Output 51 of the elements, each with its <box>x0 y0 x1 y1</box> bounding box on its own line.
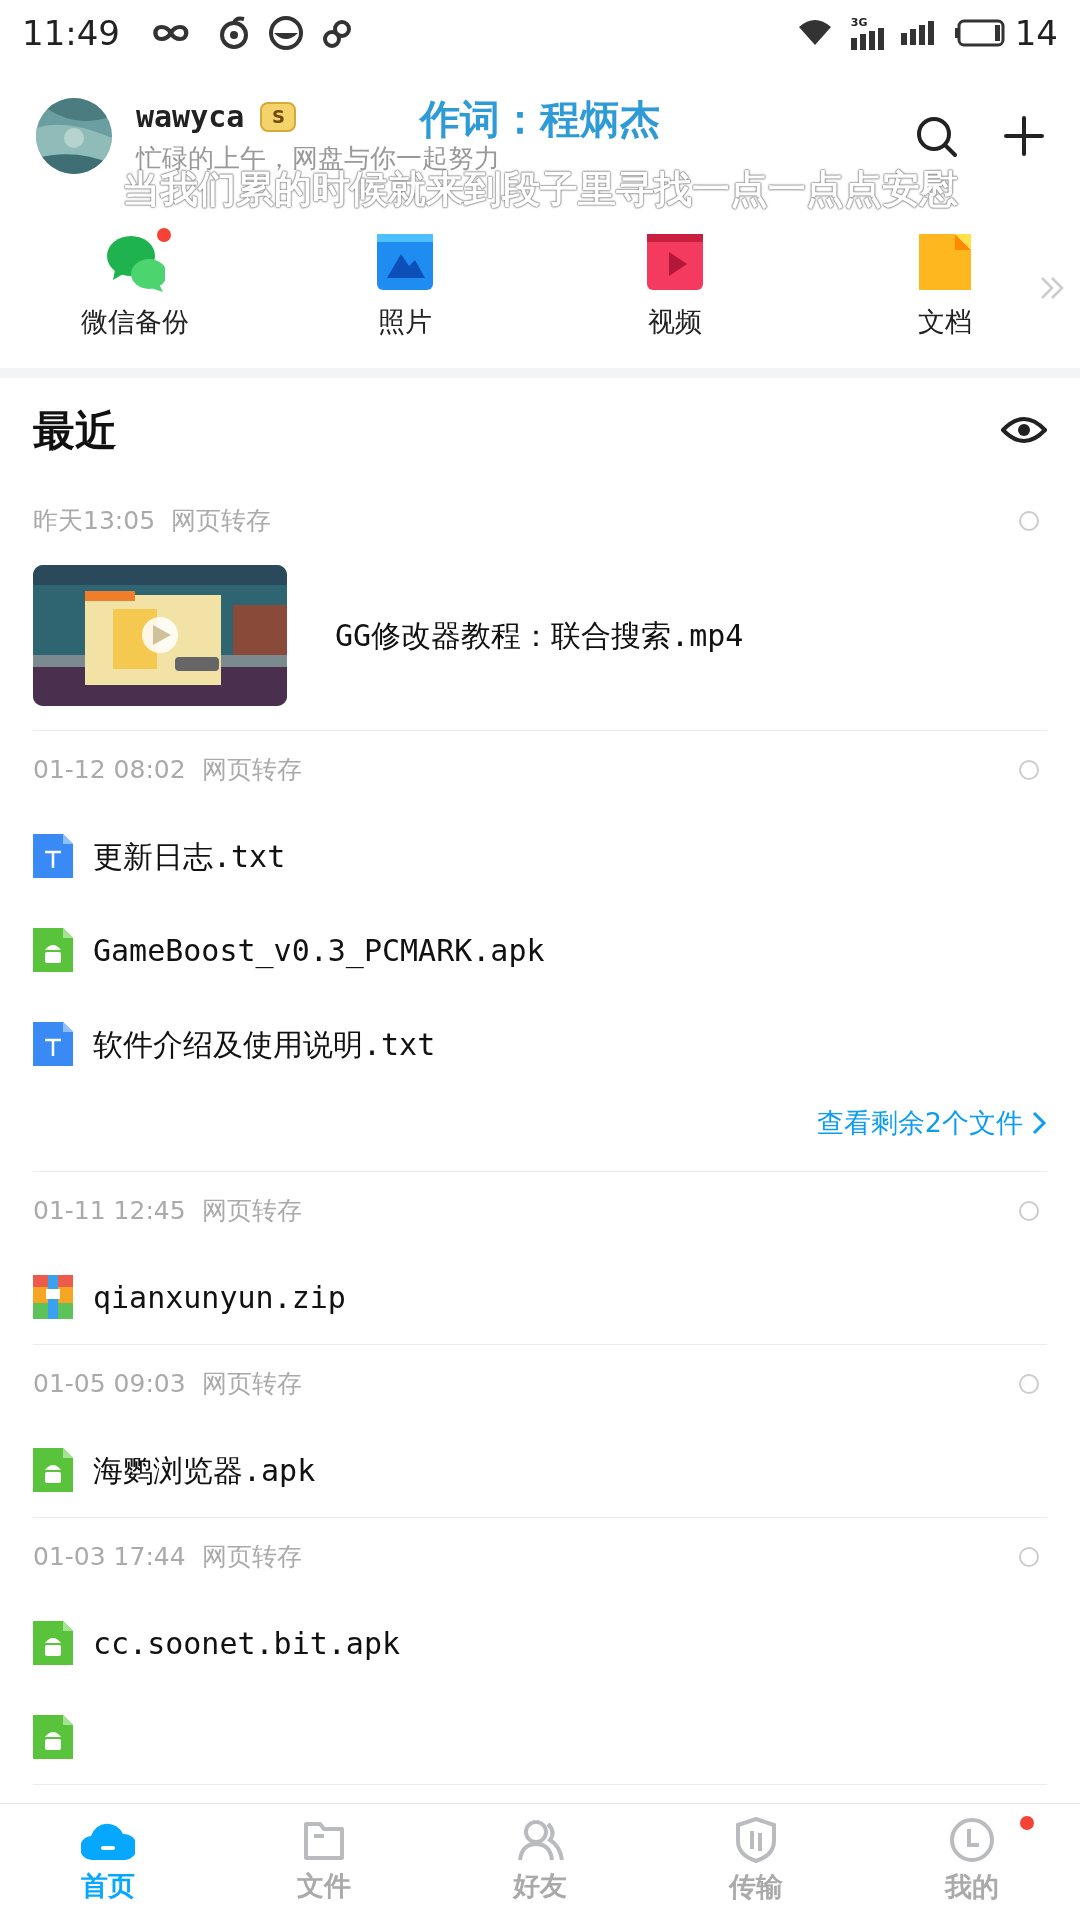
select-circle[interactable] <box>1019 760 1039 780</box>
select-circle[interactable] <box>1019 1201 1039 1221</box>
chevron-right-icon <box>1031 1110 1047 1136</box>
text-file-icon <box>33 834 73 878</box>
signal-icon <box>850 27 887 50</box>
upload-source: 网页转存 <box>201 1368 302 1401</box>
lyrics-line: 作词：程炳杰 <box>420 96 660 142</box>
upload-source: 网页转存 <box>201 1541 302 1574</box>
add-icon[interactable] <box>1004 116 1044 156</box>
select-circle[interactable] <box>1019 1547 1039 1567</box>
upload-source: 网页转存 <box>201 1195 302 1228</box>
android-file-icon <box>33 1448 73 1492</box>
status-time: 11:49 <box>22 11 120 55</box>
vip-badge: S <box>260 101 297 132</box>
upload-time: 01-03 17:44 <box>33 1541 186 1574</box>
video-icon[interactable] <box>645 231 705 292</box>
android-file-icon <box>33 1621 73 1665</box>
select-circle[interactable] <box>1019 1374 1039 1394</box>
file-name[interactable]: GG修改器教程：联合搜索.mp4 <box>335 612 744 658</box>
upload-time: 昨天13:05 <box>33 505 156 538</box>
file-name[interactable]: qianxunyun.zip <box>93 1274 346 1320</box>
shield-icon[interactable] <box>734 1816 778 1863</box>
upload-time: 01-05 09:03 <box>33 1368 186 1401</box>
android-file-icon <box>33 1715 73 1759</box>
section-title: 最近 <box>33 404 117 457</box>
archive-file-icon <box>33 1275 73 1319</box>
upload-time: 01-11 12:45 <box>33 1195 186 1228</box>
app-icon <box>268 15 304 51</box>
shortcut-label[interactable]: 文档 <box>918 301 972 343</box>
file-name[interactable]: 软件介绍及使用说明.txt <box>93 1021 436 1067</box>
search-icon[interactable] <box>914 114 958 158</box>
file-name[interactable]: cc.soonet.bit.apk <box>93 1620 401 1666</box>
image-icon[interactable] <box>375 231 435 292</box>
upload-source: 网页转存 <box>171 505 272 538</box>
shortcut-label[interactable]: 视频 <box>648 301 702 343</box>
android-file-icon <box>33 928 73 972</box>
upload-time: 01-12 08:02 <box>33 754 186 787</box>
file-name[interactable]: GameBoost_v0.3_PCMARK.apk <box>93 927 545 973</box>
file-name[interactable]: 更新日志.txt <box>93 833 286 879</box>
people-icon[interactable] <box>516 1817 564 1862</box>
file-name[interactable]: 海鹦浏览器.apk <box>93 1447 316 1493</box>
user-name: wawyca <box>136 98 245 136</box>
network-type: 3G <box>850 16 868 28</box>
shortcut-label[interactable]: 微信备份 <box>81 301 189 343</box>
battery-level: 14 <box>1014 11 1058 55</box>
upload-source: 网页转存 <box>201 754 302 787</box>
select-circle[interactable] <box>1019 511 1039 531</box>
text-file-icon <box>33 1022 73 1066</box>
eye-icon[interactable] <box>1001 414 1047 446</box>
shortcut-label[interactable]: 照片 <box>378 301 432 343</box>
battery-icon <box>954 19 1007 47</box>
